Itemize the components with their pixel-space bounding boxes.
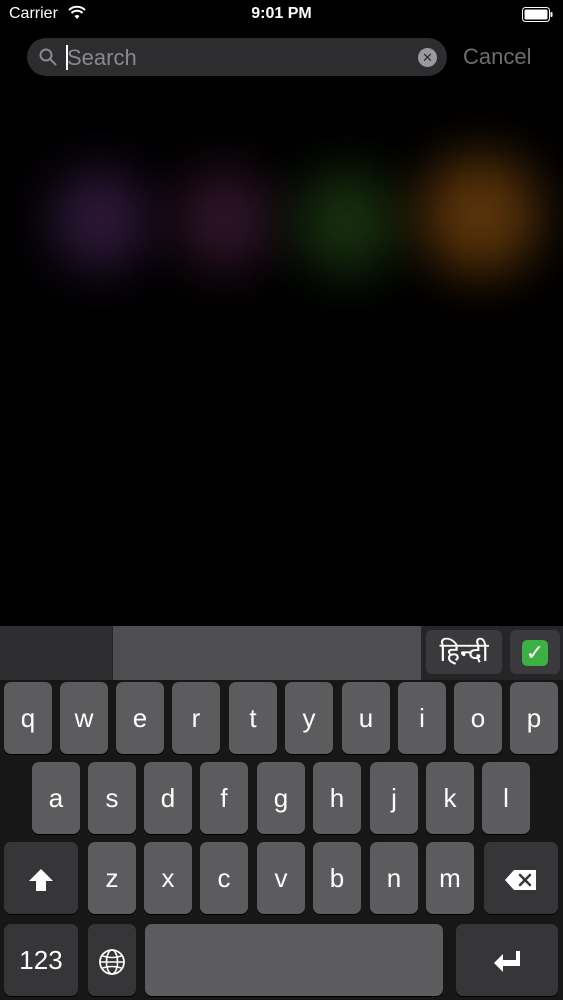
numbers-key[interactable]: 123 [4,924,78,996]
key-h[interactable]: h [313,762,361,834]
space-key[interactable] [145,924,443,996]
clock: 9:01 PM [251,5,312,22]
return-key[interactable] [456,924,558,996]
key-t[interactable]: t [229,682,277,754]
key-m[interactable]: m [426,842,474,914]
return-icon [494,951,520,973]
key-a[interactable]: a [32,762,80,834]
blurred-suggestion [420,155,540,275]
cancel-button[interactable]: Cancel [463,44,531,70]
key-l[interactable]: l [482,762,530,834]
key-i[interactable]: i [398,682,446,754]
key-f[interactable]: f [200,762,248,834]
key-e[interactable]: e [116,682,164,754]
globe-icon [99,949,125,976]
language-suggestion[interactable]: हिन्दी [426,630,502,674]
shift-icon [29,869,53,892]
key-q[interactable]: q [4,682,52,754]
globe-key[interactable] [88,924,136,996]
key-s[interactable]: s [88,762,136,834]
blurred-suggestion [295,170,400,275]
status-bar: Carrier 9:01 PM [0,0,563,30]
key-r[interactable]: r [172,682,220,754]
key-x[interactable]: x [144,842,192,914]
key-z[interactable]: z [88,842,136,914]
search-input[interactable] [65,42,399,74]
emoji-suggestion[interactable]: ✓ [510,630,560,674]
clear-icon[interactable]: ✕ [418,48,437,67]
key-c[interactable]: c [200,842,248,914]
blurred-suggestion [50,170,150,270]
key-n[interactable]: n [370,842,418,914]
key-y[interactable]: y [285,682,333,754]
blurred-suggestion [175,170,275,270]
search-icon [39,48,57,66]
key-o[interactable]: o [454,682,502,754]
key-j[interactable]: j [370,762,418,834]
prediction-slot[interactable] [113,626,421,680]
key-d[interactable]: d [144,762,192,834]
key-g[interactable]: g [257,762,305,834]
battery-icon [522,7,553,22]
key-p[interactable]: p [510,682,558,754]
prediction-bar: हिन्दी ✓ [0,626,563,680]
key-u[interactable]: u [342,682,390,754]
check-mark-icon: ✓ [522,640,548,666]
key-k[interactable]: k [426,762,474,834]
keyboard: हिन्दी ✓ q w e r t y u i o p a s d f g h… [0,626,563,1000]
shift-key[interactable] [4,842,78,914]
key-v[interactable]: v [257,842,305,914]
delete-icon [505,870,536,891]
delete-key[interactable] [484,842,558,914]
key-w[interactable]: w [60,682,108,754]
prediction-slot[interactable] [0,626,112,680]
search-field[interactable]: ✕ [27,38,447,76]
key-b[interactable]: b [313,842,361,914]
